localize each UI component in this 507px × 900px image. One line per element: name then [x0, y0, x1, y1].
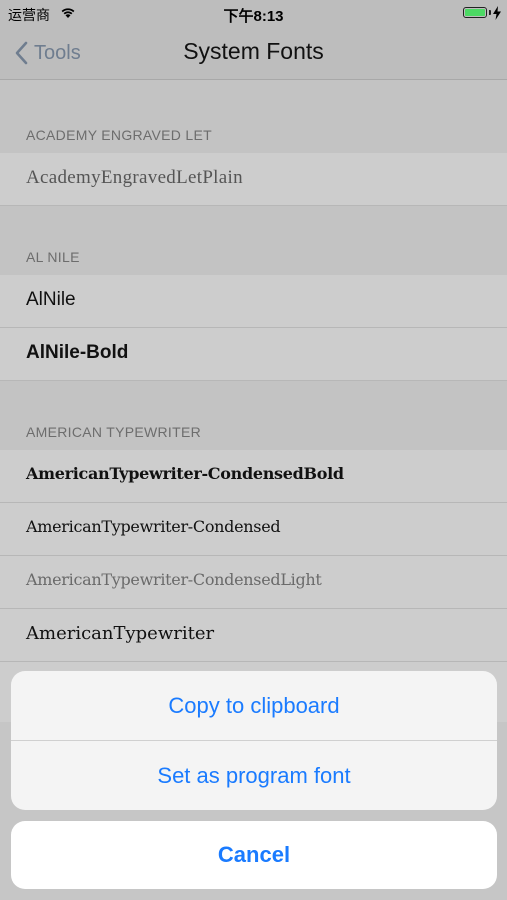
navigation-bar: Tools System Fonts — [0, 28, 507, 80]
cancel-button[interactable]: Cancel — [11, 821, 497, 889]
font-name: AmericanTypewriter-CondensedBold — [26, 464, 344, 483]
font-name: AmericanTypewriter — [26, 623, 215, 644]
font-row-american-typewriter[interactable]: AmericanTypewriter — [0, 609, 507, 662]
battery-icon — [463, 7, 487, 18]
action-sheet: Copy to clipboard Set as program font — [11, 671, 497, 810]
page-title: System Fonts — [183, 38, 324, 64]
section-header-label: ACADEMY ENGRAVED LET — [26, 127, 212, 143]
section-header-academy-engraved-let: ACADEMY ENGRAVED LET — [0, 80, 507, 153]
battery-level-fill — [465, 9, 485, 16]
font-name: AlNile — [26, 289, 76, 310]
section-header-label: AMERICAN TYPEWRITER — [26, 424, 202, 440]
font-row-american-typewriter-condensed-light[interactable]: AmericanTypewriter-CondensedLight — [0, 556, 507, 609]
status-bar: 运营商 下午8:13 — [0, 0, 507, 28]
section-header-label: AL NILE — [26, 249, 80, 265]
charging-bolt-icon — [493, 6, 501, 20]
font-name: AcademyEngravedLetPlain — [26, 167, 243, 188]
clock-time: 下午8:13 — [223, 8, 284, 25]
font-name: AmericanTypewriter-Condensed — [26, 517, 281, 536]
font-name: AlNile-Bold — [26, 342, 129, 363]
section-header-al-nile: AL NILE — [0, 206, 507, 275]
font-name: AmericanTypewriter-CondensedLight — [26, 570, 322, 589]
font-row-alnile[interactable]: AlNile — [0, 275, 507, 328]
font-row-american-typewriter-condensed[interactable]: AmericanTypewriter-Condensed — [0, 503, 507, 556]
font-row-american-typewriter-condensed-bold[interactable]: AmericanTypewriter-CondensedBold — [0, 450, 507, 503]
section-header-american-typewriter: AMERICAN TYPEWRITER — [0, 381, 507, 450]
font-row-academy-engraved-let-plain[interactable]: AcademyEngravedLetPlain — [0, 153, 507, 206]
copy-to-clipboard-button[interactable]: Copy to clipboard — [11, 671, 497, 740]
set-as-program-font-button[interactable]: Set as program font — [11, 741, 497, 810]
font-row-alnile-bold[interactable]: AlNile-Bold — [0, 328, 507, 381]
battery-nub — [489, 10, 491, 15]
